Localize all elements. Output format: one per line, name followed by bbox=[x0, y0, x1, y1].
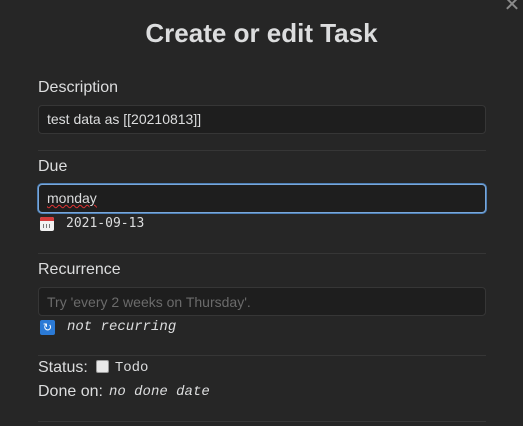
status-label: Status: bbox=[38, 359, 88, 376]
divider bbox=[38, 150, 486, 151]
description-label: Description bbox=[38, 79, 119, 96]
calendar-icon bbox=[40, 216, 54, 231]
due-parsed: 2021-09-13 bbox=[40, 216, 144, 231]
done-on-label: Done on: bbox=[38, 383, 103, 400]
done-on-row: Done on: no done date bbox=[38, 383, 210, 401]
due-input-value: monday bbox=[47, 190, 97, 206]
task-edit-modal: ✕ Create or edit Task Description test d… bbox=[0, 0, 523, 426]
divider bbox=[38, 253, 486, 254]
done-on-value: no done date bbox=[108, 384, 210, 400]
status-row: Status: Todo bbox=[38, 359, 148, 377]
recurrence-label: Recurrence bbox=[38, 261, 121, 278]
status-checkbox[interactable] bbox=[95, 359, 109, 373]
close-icon[interactable]: ✕ bbox=[503, 0, 521, 15]
due-input[interactable]: monday bbox=[38, 184, 486, 213]
divider bbox=[38, 355, 486, 356]
repeat-icon: ↻ bbox=[40, 319, 55, 335]
recurrence-parsed: ↻ not recurring bbox=[40, 319, 176, 335]
description-input[interactable]: test data as [[20210813]] bbox=[38, 105, 486, 134]
recurrence-parsed-text: not recurring bbox=[67, 319, 177, 335]
modal-title: Create or edit Task bbox=[145, 18, 378, 48]
due-parsed-date: 2021-09-13 bbox=[66, 216, 145, 231]
divider bbox=[38, 421, 486, 422]
recurrence-input[interactable] bbox=[38, 287, 486, 316]
status-value: Todo bbox=[114, 360, 149, 376]
due-label: Due bbox=[38, 158, 68, 175]
